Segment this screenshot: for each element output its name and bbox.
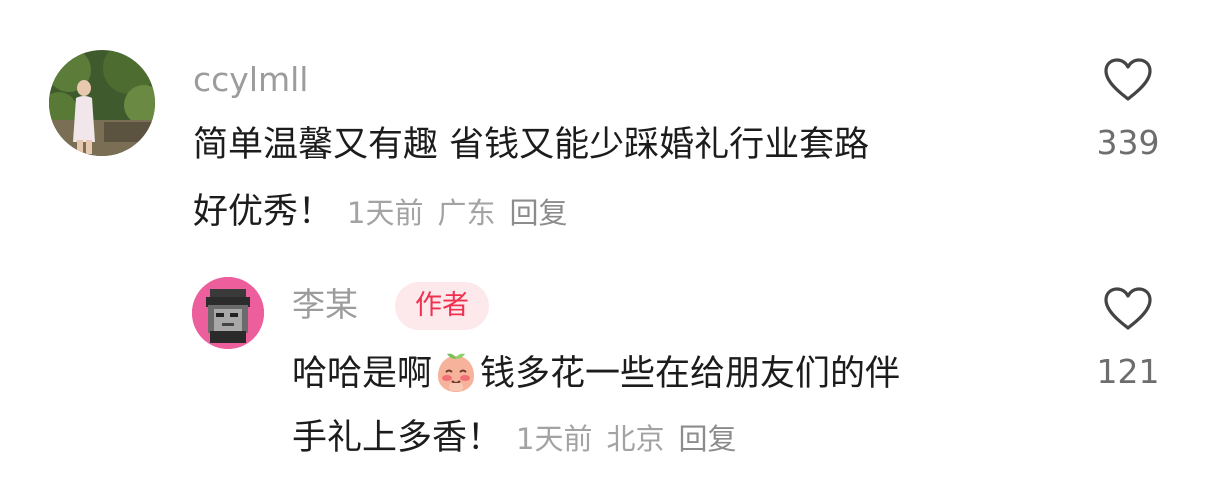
comment-time: 1天前	[347, 196, 424, 230]
reply-location: 北京	[606, 422, 665, 456]
comment-text-continued: 好优秀！ 1天前 广东 回复	[193, 190, 568, 235]
author-badge: 作者	[395, 282, 489, 330]
reply-text-part2: 钱多花一些在给朋友们的伴	[480, 354, 901, 394]
reply-text-continued: 手礼上多香！ 1天前 北京 回复	[292, 416, 737, 461]
reply-meta: 1天前 北京 回复	[516, 422, 736, 456]
comment-location: 广东	[437, 196, 496, 230]
reply-username[interactable]: 李某	[292, 285, 358, 325]
blushing-peach-emoji-icon	[434, 350, 478, 394]
reply-text-part1: 哈哈是啊	[292, 354, 433, 394]
like-button[interactable]	[1102, 286, 1154, 332]
like-button[interactable]	[1102, 57, 1154, 103]
heart-icon	[1104, 58, 1152, 101]
user-avatar[interactable]	[49, 50, 155, 156]
comment-text-line2: 好优秀！	[193, 192, 334, 232]
heart-icon	[1104, 287, 1152, 330]
comment-meta: 1天前 广东 回复	[347, 196, 567, 230]
comment-text: 简单温馨又有趣 省钱又能少踩婚礼行业套路	[193, 125, 870, 165]
reply-text-line2: 手礼上多香！	[292, 418, 503, 458]
reply-button[interactable]: 回复	[509, 196, 567, 230]
like-count: 121	[1096, 352, 1160, 391]
pixel-art-avatar-icon	[192, 277, 264, 349]
reply-text: 哈哈是啊 钱多花一些在给朋友们的伴	[292, 350, 900, 396]
like-count: 339	[1096, 123, 1160, 162]
photo-avatar-icon	[49, 50, 155, 156]
author-avatar[interactable]	[192, 277, 264, 349]
reply-time: 1天前	[516, 422, 593, 456]
reply-button[interactable]: 回复	[678, 422, 736, 456]
comment-username[interactable]: ccylmll	[193, 60, 308, 100]
